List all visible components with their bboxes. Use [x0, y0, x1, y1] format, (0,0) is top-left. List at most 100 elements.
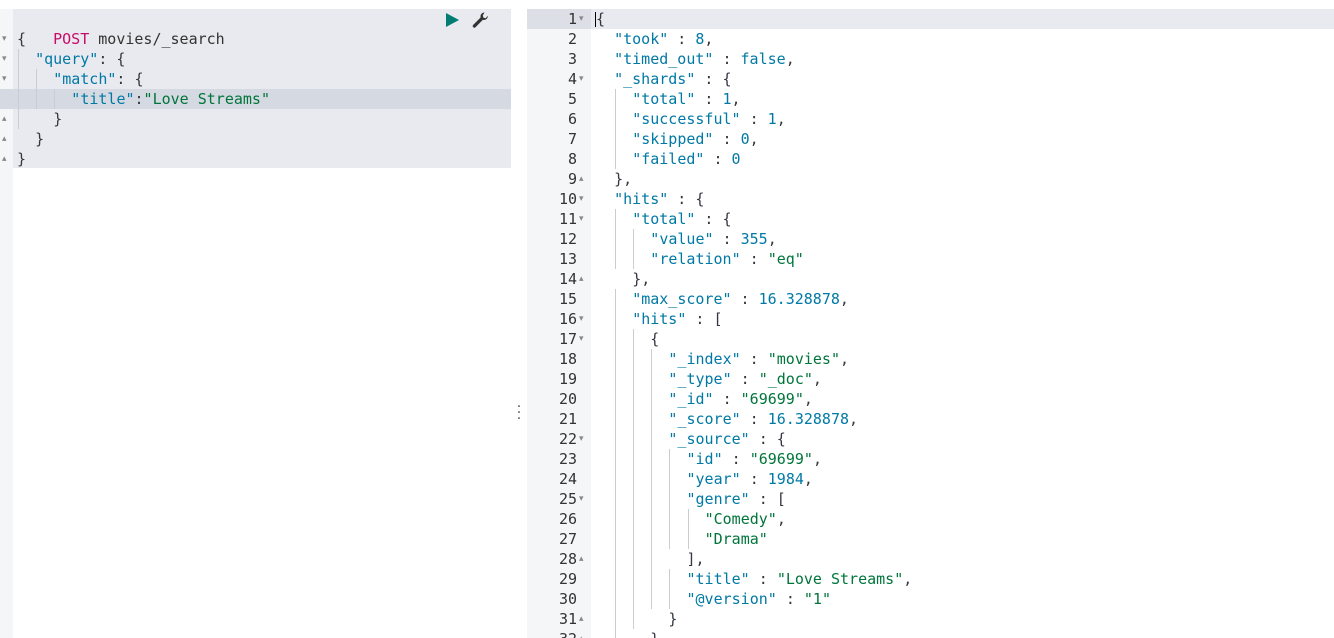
- fold-expand-icon[interactable]: ▴: [579, 609, 589, 629]
- request-line[interactable]: }: [53, 109, 62, 129]
- response-line[interactable]: "failed" : 0: [632, 149, 740, 169]
- line-number: 11: [558, 210, 577, 228]
- pane-divider[interactable]: [512, 0, 527, 638]
- request-line[interactable]: "query": {: [35, 49, 125, 69]
- play-icon[interactable]: [443, 11, 461, 29]
- response-line[interactable]: "id" : "69699",: [687, 449, 822, 469]
- response-line[interactable]: ],: [687, 549, 705, 569]
- wrench-icon[interactable]: [470, 10, 490, 30]
- response-line[interactable]: "_shards" : {: [614, 69, 731, 89]
- response-line[interactable]: "skipped" : 0,: [632, 129, 758, 149]
- token-key: "year": [686, 470, 741, 488]
- fold-collapse-icon[interactable]: ▾: [579, 429, 589, 449]
- token-punc: : {: [98, 50, 126, 68]
- fold-collapse-icon[interactable]: ▾: [579, 329, 589, 349]
- fold-collapse-icon[interactable]: ▾: [579, 489, 589, 509]
- request-line-method[interactable]: POST movies/_search: [17, 9, 225, 48]
- request-empty-area[interactable]: [13, 168, 511, 638]
- token-punc: : {: [695, 210, 732, 228]
- response-line[interactable]: "total" : 1,: [632, 89, 740, 109]
- response-line[interactable]: },: [614, 169, 632, 189]
- indent-guide: [36, 89, 38, 109]
- request-gutter-lower: [0, 168, 13, 638]
- request-line[interactable]: "title":"Love Streams": [71, 89, 270, 109]
- indent-guide: [669, 509, 671, 529]
- token-punc: : [: [686, 310, 723, 328]
- fold-collapse-icon[interactable]: ▾: [579, 189, 589, 209]
- response-line[interactable]: "@version" : "1": [687, 589, 832, 609]
- line-number: 31: [558, 610, 577, 628]
- response-line[interactable]: "year" : 1984,: [687, 469, 813, 489]
- fold-collapse-icon[interactable]: ▾: [2, 49, 12, 69]
- fold-expand-icon[interactable]: ▴: [579, 549, 589, 569]
- response-line[interactable]: "_source" : {: [668, 429, 785, 449]
- response-line[interactable]: {: [596, 9, 605, 29]
- indent-guide: [18, 69, 19, 89]
- response-line[interactable]: "hits" : {: [614, 189, 704, 209]
- fold-expand-icon[interactable]: ▴: [2, 109, 12, 129]
- response-line[interactable]: "_type" : "_doc",: [668, 369, 822, 389]
- token-punc: ,: [812, 450, 822, 468]
- line-number: 1: [567, 10, 577, 28]
- fold-collapse-icon[interactable]: ▾: [2, 69, 12, 89]
- response-line[interactable]: "hits" : [: [632, 309, 722, 329]
- response-line[interactable]: },: [632, 269, 650, 289]
- response-line[interactable]: "successful" : 1,: [632, 109, 786, 129]
- response-line[interactable]: "took" : 8,: [614, 29, 713, 49]
- token-key: "hits": [614, 190, 669, 208]
- token-punc: :: [740, 350, 768, 368]
- line-number: 15: [558, 290, 577, 308]
- vertical-dots-icon[interactable]: · · ·: [516, 400, 522, 426]
- response-line[interactable]: "_score" : 16.328878,: [668, 409, 858, 429]
- indent-guide: [633, 429, 635, 449]
- token-punc: }: [53, 110, 63, 128]
- fold-collapse-icon[interactable]: ▾: [2, 29, 12, 49]
- indent-guide: [669, 529, 671, 549]
- request-line[interactable]: }: [17, 149, 26, 169]
- response-viewer-pane[interactable]: 1 ▾{2 "took" : 8, 3 "timed_out" : false, 4 ▾ "_…: [527, 9, 1334, 638]
- fold-expand-icon[interactable]: ▴: [2, 129, 12, 149]
- fold-expand-icon[interactable]: ▴: [579, 269, 589, 289]
- indent-guide: [615, 449, 617, 469]
- fold-expand-icon[interactable]: ▴: [579, 169, 589, 189]
- response-line[interactable]: "_index" : "movies",: [668, 349, 849, 369]
- indent-guide: [651, 349, 653, 369]
- indent-guide: [633, 589, 635, 609]
- request-editor-pane[interactable]: POST movies/_search ▾{▾ "query": { ▾ "match…: [0, 0, 512, 638]
- response-line[interactable]: "_id" : "69699",: [668, 389, 813, 409]
- fold-collapse-icon[interactable]: ▾: [579, 9, 589, 29]
- fold-collapse-icon[interactable]: ▾: [579, 209, 589, 229]
- fold-expand-icon[interactable]: ▴: [579, 629, 589, 638]
- token-punc: ,: [839, 350, 850, 368]
- token-punc: :: [695, 90, 723, 108]
- response-line[interactable]: "timed_out" : false,: [614, 49, 795, 69]
- line-number: 28: [558, 550, 577, 568]
- request-line[interactable]: "match": {: [53, 69, 143, 89]
- response-line[interactable]: "total" : {: [632, 209, 731, 229]
- indent-guide: [615, 129, 617, 149]
- fold-collapse-icon[interactable]: ▾: [579, 309, 589, 329]
- line-number: 26: [558, 510, 577, 528]
- request-line[interactable]: }: [35, 129, 44, 149]
- token-key: "skipped": [632, 130, 714, 148]
- response-line[interactable]: {: [650, 329, 659, 349]
- response-line[interactable]: }: [668, 609, 677, 629]
- indent-guide: [651, 589, 653, 609]
- response-line[interactable]: "value" : 355,: [650, 229, 776, 249]
- response-line[interactable]: "title" : "Love Streams",: [687, 569, 913, 589]
- response-line[interactable]: "Drama": [705, 529, 768, 549]
- token-punc: : {: [749, 430, 786, 448]
- indent-guide: [633, 229, 635, 249]
- response-line[interactable]: "Comedy",: [705, 509, 786, 529]
- token-punc: {: [650, 330, 660, 348]
- line-number: 22: [558, 430, 577, 448]
- response-line[interactable]: },: [650, 629, 668, 638]
- response-line[interactable]: "relation" : "eq": [650, 249, 804, 269]
- token-key: "id": [686, 450, 723, 468]
- response-line[interactable]: "genre" : [: [687, 489, 786, 509]
- fold-collapse-icon[interactable]: ▾: [579, 69, 589, 89]
- response-line[interactable]: "max_score" : 16.328878,: [632, 289, 849, 309]
- indent-guide: [669, 469, 671, 489]
- fold-expand-icon[interactable]: ▴: [2, 149, 12, 169]
- request-line[interactable]: {: [17, 29, 26, 49]
